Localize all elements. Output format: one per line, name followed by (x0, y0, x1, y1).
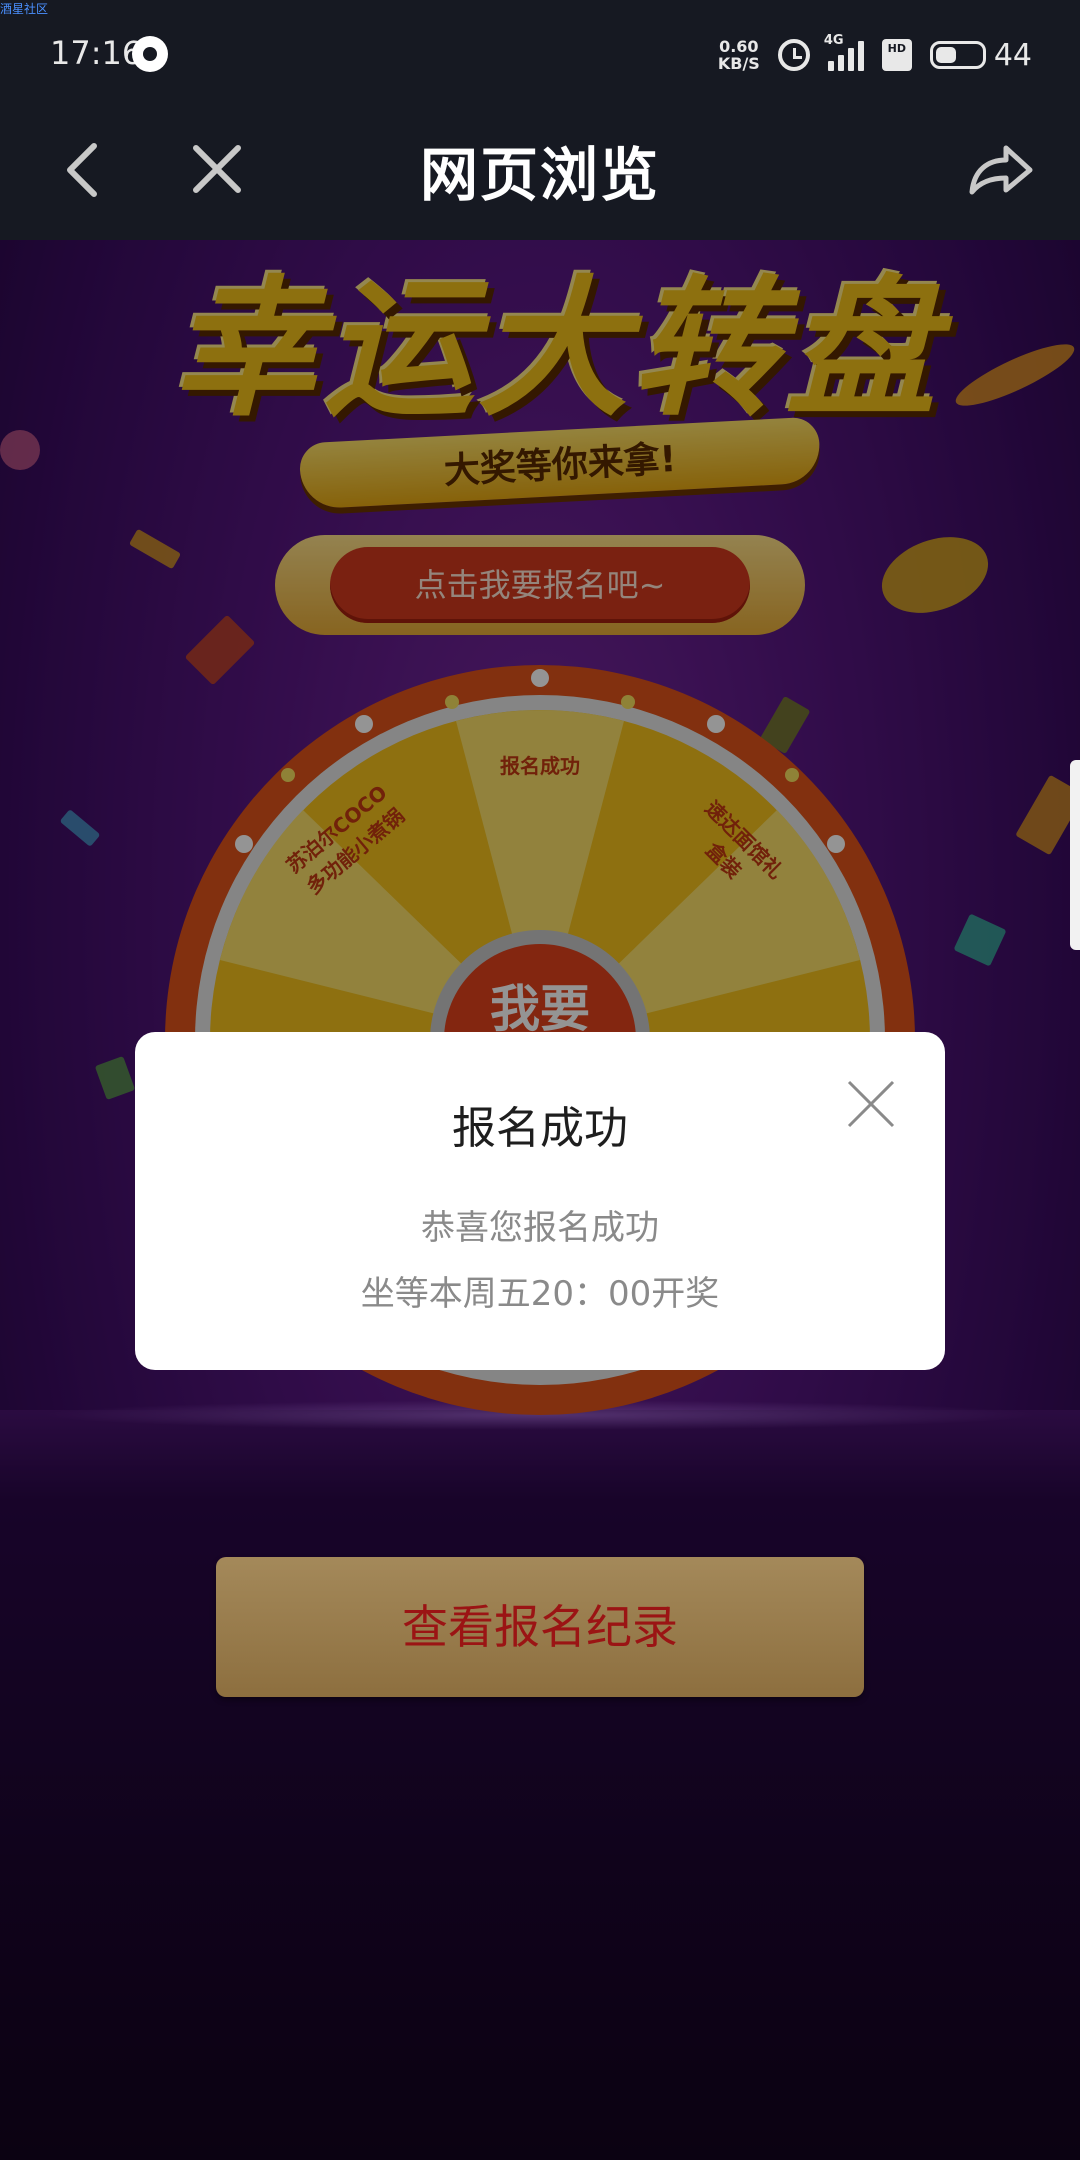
signup-success-dialog: 报名成功 恭喜您报名成功 坐等本周五20：00开奖 (135, 1032, 945, 1370)
network-speed-value: 0.60 (719, 37, 759, 56)
battery-level: 44 (993, 37, 1032, 73)
status-indicators: 0.60 KB/S 4G HD 44 (718, 30, 1032, 80)
side-drawer-handle[interactable] (1070, 760, 1080, 950)
network-speed: 0.60 KB/S (718, 38, 760, 72)
close-icon[interactable] (841, 1074, 901, 1134)
dialog-title: 报名成功 (452, 1103, 628, 1154)
network-type-label: 4G (823, 33, 844, 48)
dialog-message-congrats: 恭喜您报名成功 (421, 1208, 659, 1248)
share-icon[interactable] (960, 130, 1040, 210)
battery-icon (929, 41, 986, 69)
dialog-message-draw-time: 坐等本周五20：00开奖 (360, 1274, 720, 1314)
status-bar: 17:16 0.60 KB/S 4G HD 44 (0, 0, 1080, 110)
network-speed-unit: KB/S (717, 54, 760, 73)
navigation-bar: 网页浏览 (0, 110, 1080, 240)
notification-app-icon (132, 36, 168, 72)
page-title: 网页浏览 (419, 141, 660, 209)
view-records-button[interactable]: 查看报名纪录 (216, 1557, 864, 1697)
hd-icon: HD (881, 39, 912, 71)
view-records-label: 查看报名纪录 (402, 1600, 678, 1654)
alarm-icon (777, 39, 810, 71)
status-time: 17:16 (50, 34, 143, 72)
watermark-text: 酒星社区 (0, 2, 49, 16)
signal-icon: 4G (824, 33, 864, 71)
